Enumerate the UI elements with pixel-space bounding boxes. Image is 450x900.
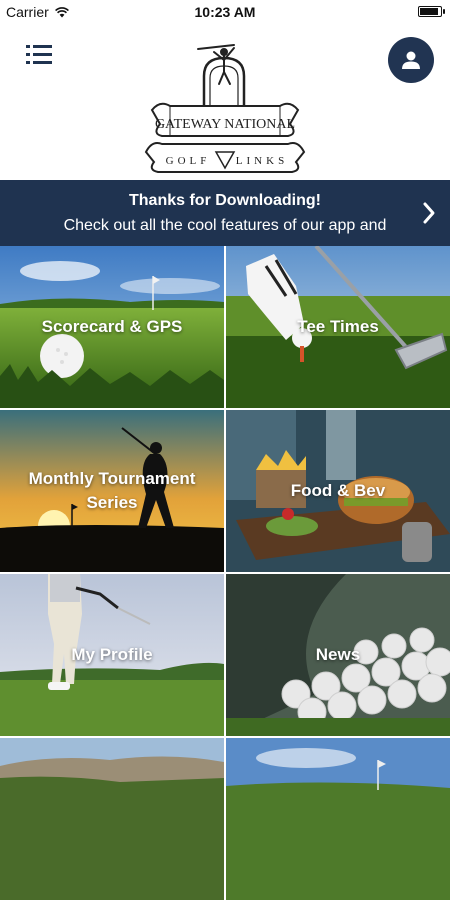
tile-label: Scorecard & GPS [41, 317, 183, 336]
tile-my-profile[interactable]: My Profile [0, 574, 224, 736]
tile-course-landscape[interactable] [0, 738, 224, 900]
logo-line2-left: GOLF [166, 155, 211, 167]
app-header: GATEWAY NATIONAL GOLF LINKS [0, 24, 450, 180]
status-bar: Carrier 10:23 AM [0, 0, 450, 24]
tile-label: Food & Bev [290, 481, 386, 500]
tile-label: News [315, 645, 361, 664]
tile-course-flag[interactable] [226, 738, 450, 900]
tile-news[interactable]: News [226, 574, 450, 736]
welcome-banner[interactable]: Thanks for Downloading! Check out all th… [0, 180, 450, 246]
course-flag-image [226, 738, 450, 900]
battery-icon [418, 6, 445, 17]
landscape-image [0, 738, 224, 900]
menu-button[interactable] [26, 44, 52, 66]
chevron-right-icon [423, 202, 435, 224]
profile-button[interactable] [388, 37, 434, 83]
tile-label: My Profile [71, 645, 153, 664]
tile-scorecard-gps[interactable]: Scorecard & GPS [0, 246, 224, 408]
logo-line1: GATEWAY NATIONAL [155, 117, 295, 132]
banner-subtitle: Check out all the cool features of our a… [63, 217, 387, 234]
tile-monthly-tournament[interactable]: Monthly Tournament Series [0, 410, 224, 572]
tile-tee-times[interactable]: Tee Times [226, 246, 450, 408]
tile-label: Monthly Tournament Series [28, 469, 196, 512]
tile-label: Tee Times [297, 317, 379, 336]
logo-line2-right: LINKS [236, 155, 288, 167]
user-icon [402, 51, 420, 69]
club-logo: GATEWAY NATIONAL GOLF LINKS [140, 40, 310, 180]
tile-food-bev[interactable]: Food & Bev [226, 410, 450, 572]
hamburger-menu-icon [26, 44, 52, 66]
banner-title: Thanks for Downloading! [129, 192, 321, 209]
clock: 10:23 AM [194, 4, 256, 20]
